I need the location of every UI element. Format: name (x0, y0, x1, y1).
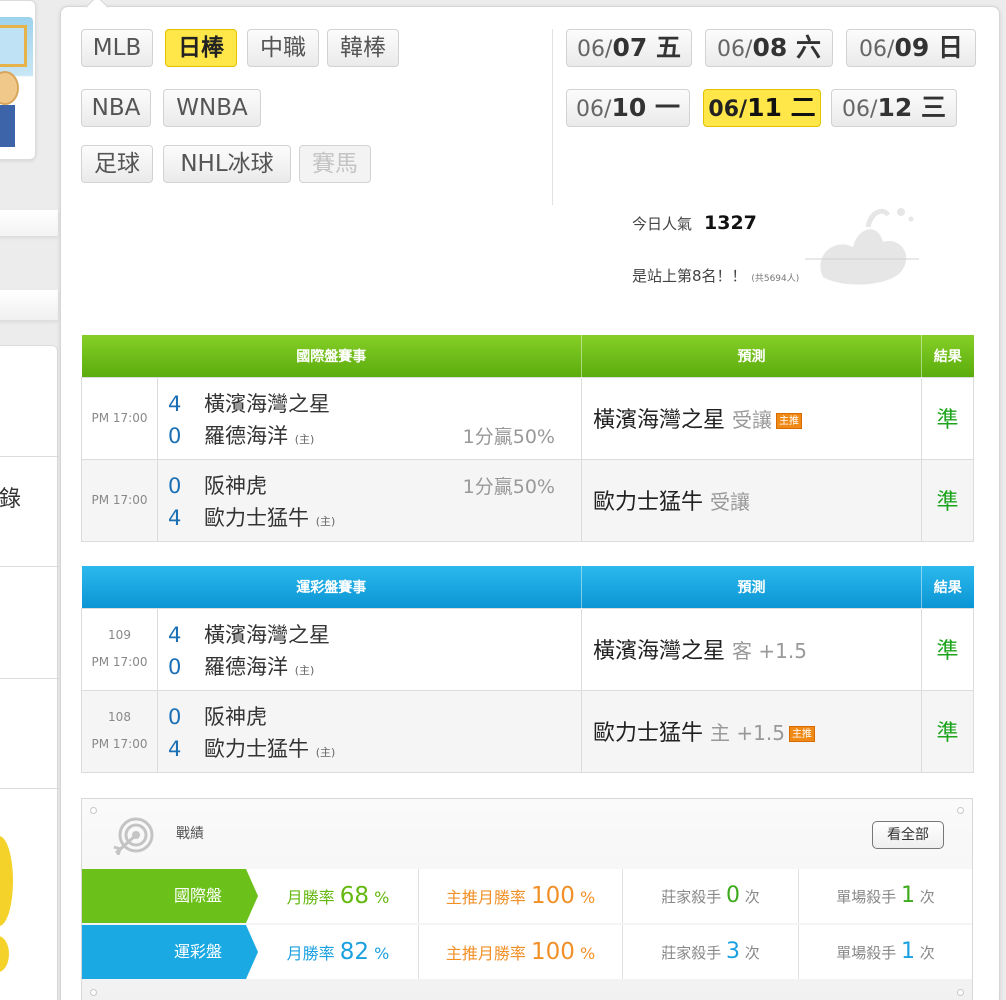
result-status: 準 (921, 607, 974, 691)
home-marker: (主) (315, 745, 336, 759)
team-score: 4 (168, 622, 182, 647)
category-cpbl-button[interactable]: 中職 (247, 29, 319, 67)
top-pick-badge: 主推 (776, 413, 803, 429)
single-killer-count: 單場殺手 1 次 (798, 869, 972, 923)
home-marker: (主) (315, 514, 336, 528)
result-status: 準 (921, 689, 974, 773)
date-button[interactable]: 06/07 五 (566, 29, 692, 67)
category-soccer-button[interactable]: 足球 (81, 145, 153, 183)
sidebar-menu: 錄 (0, 345, 59, 1000)
popularity-label: 今日人氣 (632, 215, 693, 233)
odds-line: 1分贏50% (462, 425, 555, 448)
matchup: 4 橫濱海灣之星 0 羅德海洋 (主) 1分贏50% (157, 376, 582, 460)
column-header: 結果 (921, 566, 974, 608)
table-row: 108 PM 17:00 0 阪神虎 4 歐力士猛牛 (主) 歐力士猛牛 主 +1.5… (81, 689, 974, 773)
top-pick-badge: 主推 (788, 726, 815, 742)
category-nba-button[interactable]: NBA (81, 89, 151, 127)
team-name[interactable]: 阪神虎 (204, 705, 267, 729)
date-button[interactable]: 06/10 一 (566, 89, 690, 127)
record-row-label: 國際盤 (82, 869, 258, 923)
matchup: 0 阪神虎 4 歐力士猛牛 (主) (157, 689, 582, 773)
team-score: 0 (168, 654, 182, 679)
mascot-icon (0, 836, 13, 926)
category-horse-racing-button[interactable]: 賽馬 (299, 145, 371, 183)
team-score: 4 (168, 736, 182, 761)
banker-killer-count: 莊家殺手 3 次 (622, 925, 798, 979)
team-score: 0 (168, 423, 182, 448)
record-row-label: 運彩盤 (82, 925, 258, 979)
game-time: PM 17:00 (81, 458, 158, 542)
category-nhl-button[interactable]: NHL冰球 (163, 145, 291, 183)
team-score: 0 (168, 473, 182, 498)
prediction: 歐力士猛牛 受讓 (581, 458, 922, 542)
lottery-odds-table: 運彩盤賽事 預測 結果 109 PM 17:00 4 橫濱海灣之星 0 羅德海洋 (主… (81, 566, 974, 773)
game-time: 108 PM 17:00 (81, 689, 158, 773)
popularity-rank: 是站上第8名！！ (共5694人) (632, 267, 800, 285)
team-score: 4 (168, 391, 182, 416)
see-all-button[interactable]: 看全部 (872, 821, 944, 849)
record-row-intl: 國際盤 月勝率 68 % 主推月勝率 100 % 莊家殺手 0 次 單場殺手 1… (82, 869, 972, 923)
record-title: 戰績 (176, 826, 204, 842)
table-row: PM 17:00 0 阪神虎 4 歐力士猛牛 (主) 1分贏50% 歐力士猛牛 受讓… (81, 458, 974, 542)
sidebar-strip (0, 210, 58, 236)
matchup: 4 橫濱海灣之星 0 羅德海洋 (主) (157, 607, 582, 691)
popularity-stat: 今日人氣 1327 (632, 212, 757, 234)
date-button-selected[interactable]: 06/11 二 (703, 89, 821, 127)
target-icon (113, 817, 154, 855)
team-name[interactable]: 羅德海洋 (204, 655, 288, 679)
record-row-lottery: 運彩盤 月勝率 82 % 主推月勝率 100 % 莊家殺手 3 次 單場殺手 1… (82, 925, 972, 979)
monthly-win-rate: 月勝率 68 % (286, 883, 390, 909)
intl-odds-table: 國際盤賽事 預測 結果 PM 17:00 4 橫濱海灣之星 0 羅德海洋 (主) 1… (81, 335, 974, 542)
result-status: 準 (921, 376, 974, 460)
team-name[interactable]: 阪神虎 (204, 474, 267, 498)
team-score: 0 (168, 704, 182, 729)
team-name[interactable]: 歐力士猛牛 (204, 506, 309, 530)
column-header: 預測 (581, 566, 922, 608)
game-time: 109 PM 17:00 (81, 607, 158, 691)
banker-killer-count: 莊家殺手 0 次 (622, 869, 798, 923)
sidebar-strip (0, 290, 58, 320)
team-name[interactable]: 橫濱海灣之星 (204, 623, 330, 647)
team-score: 4 (168, 505, 182, 530)
date-button[interactable]: 06/09 日 (846, 29, 976, 67)
category-mlb-button[interactable]: MLB (81, 29, 153, 67)
column-header: 預測 (581, 335, 922, 377)
category-wnba-button[interactable]: WNBA (163, 89, 261, 127)
date-button[interactable]: 06/08 六 (705, 29, 833, 67)
team-name[interactable]: 歐力士猛牛 (204, 737, 309, 761)
team-name[interactable]: 橫濱海灣之星 (204, 392, 330, 416)
mascot-icon (0, 936, 9, 972)
main-panel: MLB 日棒 中職 韓棒 NBA WNBA 足球 NHL冰球 賽馬 06/07 … (60, 0, 1000, 1000)
column-header: 國際盤賽事 (81, 335, 582, 377)
category-npb-button[interactable]: 日棒 (165, 29, 237, 67)
game-number: 109 (108, 628, 131, 642)
monthly-win-rate: 月勝率 82 % (286, 939, 390, 965)
top-pick-win-rate: 主推月勝率 100 % (418, 869, 622, 923)
home-marker: (主) (294, 663, 315, 677)
home-marker: (主) (294, 432, 315, 446)
table-row: PM 17:00 4 橫濱海灣之星 0 羅德海洋 (主) 1分贏50% 橫濱海灣之星… (81, 376, 974, 460)
game-number: 108 (108, 710, 131, 724)
splash-decoration-icon (805, 208, 919, 285)
game-time: PM 17:00 (81, 376, 158, 460)
matchup: 0 阪神虎 4 歐力士猛牛 (主) 1分贏50% (157, 458, 582, 542)
column-header: 運彩盤賽事 (81, 566, 582, 608)
single-killer-count: 單場殺手 1 次 (798, 925, 972, 979)
category-kbo-button[interactable]: 韓棒 (327, 29, 399, 67)
prediction: 歐力士猛牛 主 +1.5 主推 (581, 689, 922, 773)
result-status: 準 (921, 458, 974, 542)
prediction: 橫濱海灣之星 受讓 主推 (581, 376, 922, 460)
sidebar-item-label[interactable]: 錄 (0, 481, 21, 513)
record-box: 戰績 看全部 國際盤 月勝率 68 % 主推月勝率 100 % 莊家殺手 0 次… (81, 798, 973, 1000)
team-name[interactable]: 羅德海洋 (204, 424, 288, 448)
popularity-value: 1327 (704, 212, 757, 234)
column-header: 結果 (921, 335, 974, 377)
odds-line: 1分贏50% (462, 475, 555, 498)
user-avatar-card[interactable] (0, 0, 36, 160)
top-pick-win-rate: 主推月勝率 100 % (418, 925, 622, 979)
date-button[interactable]: 06/12 三 (831, 89, 957, 127)
table-row: 109 PM 17:00 4 橫濱海灣之星 0 羅德海洋 (主) 橫濱海灣之星 客 +… (81, 607, 974, 691)
prediction: 橫濱海灣之星 客 +1.5 (581, 607, 922, 691)
avatar (0, 17, 33, 147)
